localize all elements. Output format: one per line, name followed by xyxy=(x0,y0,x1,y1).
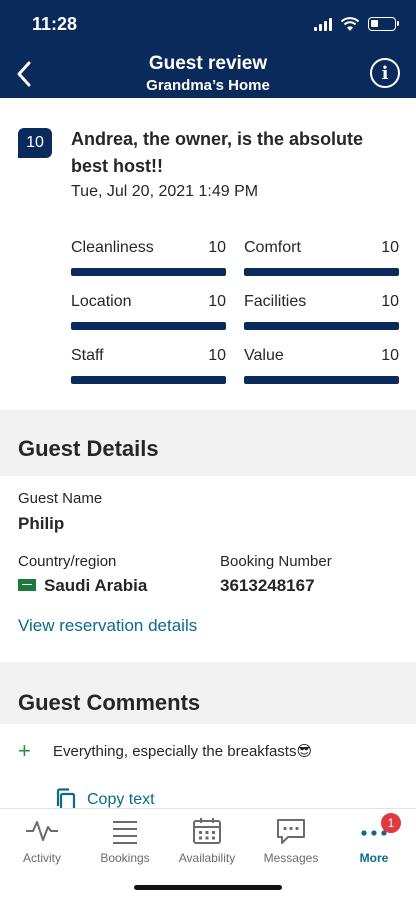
battery-icon xyxy=(368,17,399,31)
home-indicator xyxy=(134,885,282,890)
rating-label: Staff xyxy=(71,347,104,364)
guest-details-header: Guest Details xyxy=(0,410,416,476)
list-icon xyxy=(113,821,137,844)
rating-bar xyxy=(71,322,226,330)
country-name: Saudi Arabia xyxy=(44,576,148,595)
rating-label: Facilities xyxy=(244,293,307,310)
rating-value: 10 xyxy=(381,239,399,256)
info-button[interactable]: i xyxy=(370,58,400,88)
tab-bookings[interactable]: Bookings xyxy=(85,817,165,865)
tab-label: Bookings xyxy=(100,851,150,865)
cellular-signal-icon xyxy=(314,17,332,31)
rating-location: Location 10 xyxy=(71,292,226,330)
header-titles: Guest review Grandma’s Home xyxy=(0,52,416,96)
rating-facilities: Facilities 10 xyxy=(244,292,399,330)
rating-value: 10 xyxy=(381,293,399,310)
view-reservation-link[interactable]: View reservation details xyxy=(18,616,197,636)
rating-label: Cleanliness xyxy=(71,239,154,256)
review-date: Tue, Jul 20, 2021 1:49 PM xyxy=(71,183,259,200)
rating-label: Comfort xyxy=(244,239,301,256)
tab-label: Activity xyxy=(22,851,61,865)
booking-number-label: Booking Number xyxy=(220,553,332,570)
info-icon: i xyxy=(381,62,389,84)
tab-messages[interactable]: Messages xyxy=(251,817,331,865)
tab-label: More xyxy=(359,851,389,865)
rating-cleanliness: Cleanliness 10 xyxy=(71,238,226,276)
country-label: Country/region xyxy=(18,553,117,570)
section-heading: Guest Details xyxy=(18,436,159,461)
tab-label: Availability xyxy=(178,851,236,865)
rating-value-score: Value 10 xyxy=(244,346,399,384)
rating-bar xyxy=(244,268,399,276)
rating-value: 10 xyxy=(208,293,226,310)
saudi-arabia-flag-icon xyxy=(18,578,36,591)
rating-value: 10 xyxy=(208,347,226,364)
copy-text-label: Copy text xyxy=(87,791,155,808)
rating-value: 10 xyxy=(208,239,226,256)
activity-icon xyxy=(26,821,58,841)
rating-label: Location xyxy=(71,293,132,310)
comment-text: Everything, especially the breakfasts😎 xyxy=(53,743,313,760)
tab-more[interactable]: More 1 xyxy=(334,813,414,865)
rating-bar xyxy=(244,376,399,384)
calendar-icon xyxy=(193,818,221,844)
tab-availability[interactable]: Availability xyxy=(167,817,247,865)
notification-badge: 1 xyxy=(381,813,401,833)
message-icon xyxy=(277,819,305,844)
guest-name-label: Guest Name xyxy=(18,490,103,507)
tab-label: Messages xyxy=(263,851,319,865)
score-badge: 10 xyxy=(18,128,52,158)
rating-bar xyxy=(71,268,226,276)
rating-label: Value xyxy=(244,347,284,364)
guest-details: Guest Name Philip Country/region Saudi A… xyxy=(0,476,416,662)
tab-bar: Activity Bookings Availability Messages … xyxy=(0,808,416,900)
rating-value: 10 xyxy=(381,347,399,364)
guest-comments-header: Guest Comments xyxy=(0,662,416,724)
rating-bar xyxy=(71,376,226,384)
guest-name: Philip xyxy=(18,514,65,533)
guest-comments: + Everything, especially the breakfasts😎… xyxy=(0,724,416,812)
property-name: Grandma’s Home xyxy=(146,77,270,94)
plus-icon: + xyxy=(18,738,31,763)
rating-bar xyxy=(244,322,399,330)
rating-comfort: Comfort 10 xyxy=(244,238,399,276)
rating-staff: Staff 10 xyxy=(71,346,226,384)
status-icons xyxy=(314,16,399,32)
section-heading: Guest Comments xyxy=(18,690,201,715)
status-time: 11:28 xyxy=(32,14,78,34)
app-header: 11:28 Guest review Grandma’s Home i xyxy=(0,0,416,98)
review-card: 10 Andrea, the owner, is the absolute be… xyxy=(0,98,416,410)
country-value: Saudi Arabia xyxy=(18,576,147,596)
booking-number: 3613248167 xyxy=(220,576,315,595)
wifi-icon xyxy=(340,17,360,31)
review-title: Andrea, the owner, is the absolute best … xyxy=(71,129,364,176)
page-title: Guest review xyxy=(148,53,268,74)
tab-activity[interactable]: Activity xyxy=(2,817,82,865)
status-bar: 11:28 xyxy=(0,0,416,48)
